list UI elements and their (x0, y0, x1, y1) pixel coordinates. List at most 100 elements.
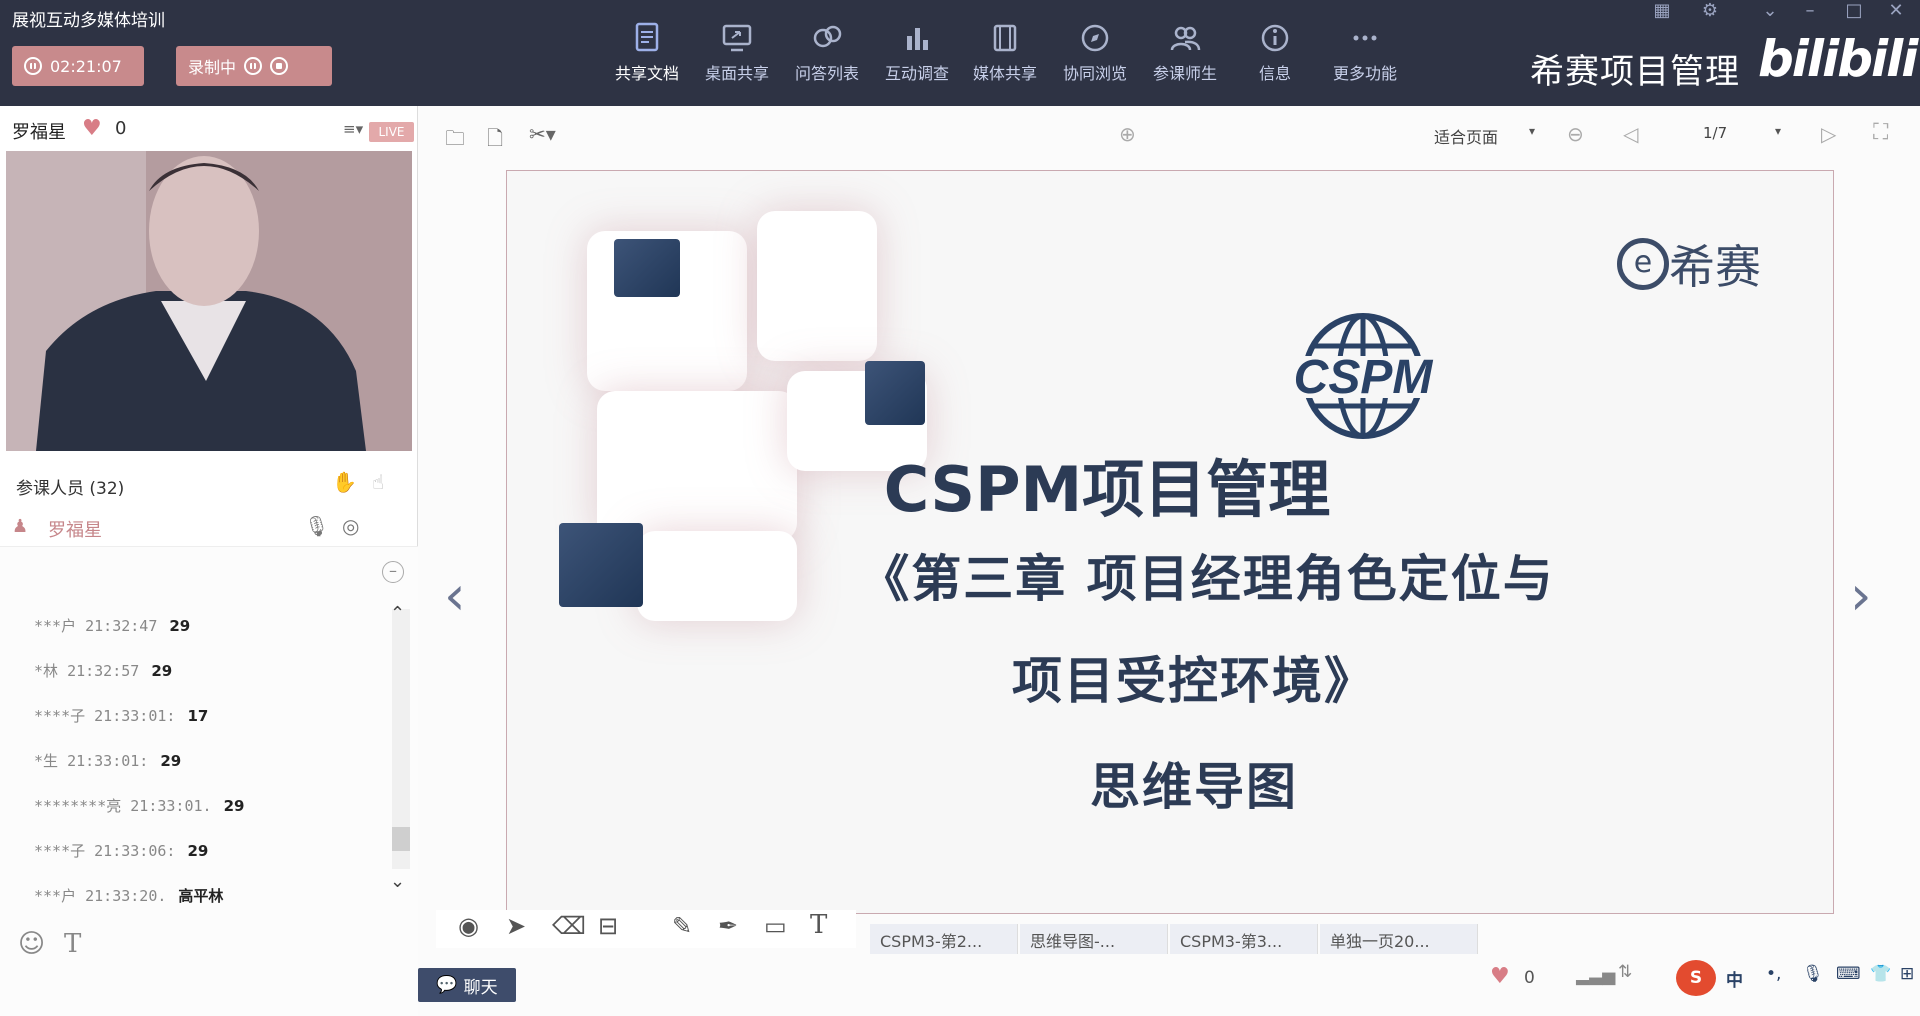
hand-icon[interactable]: ☝ (372, 470, 384, 494)
clear-icon[interactable]: ⊟ (598, 912, 618, 940)
settings-icon[interactable]: ⚙ (1690, 0, 1730, 22)
text-tool-icon[interactable]: T (810, 910, 827, 940)
scroll-up-icon[interactable]: ⌃ (390, 603, 405, 624)
next-page-icon[interactable]: ▷ (1821, 122, 1836, 146)
keyboard-icon[interactable]: ⌨ (1836, 964, 1861, 984)
layout-icon[interactable]: ▦ (1642, 0, 1682, 22)
highlighter-icon[interactable]: ✒ (718, 912, 738, 940)
doc-tab[interactable]: 单独一页20... (1320, 924, 1478, 954)
close-icon[interactable]: ✕ (1876, 0, 1916, 22)
doc-tab[interactable]: CSPM3-第3... (1170, 924, 1318, 954)
left-panel: 罗福星 ♥ 0 ≡▾ LIVE 参课人员 (32) ✋ ☝ ♟ 罗福星 🎙 ◎ … (0, 106, 418, 1016)
toolbar-qa-list[interactable]: 问答列表 (784, 20, 870, 90)
xisai-logo-text: 希赛 (1669, 240, 1761, 294)
heart-icon[interactable]: ♥ (1490, 964, 1510, 989)
page-dropdown-icon[interactable]: ▾ (1775, 124, 1781, 138)
sogou-ime-icon[interactable]: S (1676, 960, 1716, 996)
pause-record-icon[interactable] (244, 57, 263, 75)
presenter-video-image (6, 151, 412, 451)
toolbar-participants[interactable]: 参课师生 (1142, 20, 1228, 90)
recording-timer[interactable]: 02:21:07 (12, 46, 144, 86)
chevron-down-icon[interactable]: ⌄ (1750, 0, 1790, 22)
previous-slide-arrow[interactable]: ‹ (444, 564, 466, 627)
microphone-icon[interactable]: 🎙 (1802, 964, 1824, 984)
grid-icon[interactable]: ⊞ (1900, 964, 1914, 984)
shirt-icon[interactable]: 👕 (1870, 964, 1891, 984)
recording-label: 录制中 (188, 58, 237, 77)
minimize-icon[interactable]: – (1790, 0, 1830, 22)
list-icon[interactable]: ≡▾ (343, 120, 363, 138)
scrollbar-thumb[interactable] (392, 827, 410, 851)
toolbar-label: 桌面共享 (704, 64, 769, 83)
microphone-icon[interactable]: 🎙 (304, 514, 329, 538)
eraser-icon[interactable]: ⌫ (552, 912, 586, 940)
toolbar-desktop-share[interactable]: 桌面共享 (694, 20, 780, 90)
record-icon[interactable]: ◉ (458, 912, 479, 940)
signal-icon: ▂▃▅ (1576, 966, 1616, 986)
pen-icon[interactable]: ✎ (672, 912, 692, 940)
cspm-globe-logo: CSPM (1283, 313, 1443, 439)
like-count: 0 (115, 118, 127, 139)
decor-tile (757, 211, 877, 361)
stop-record-icon[interactable] (270, 57, 289, 75)
mute-all-icon[interactable]: ✋ (332, 470, 357, 494)
toolbar-label: 更多功能 (1332, 64, 1397, 83)
camera-icon[interactable]: ◎ (342, 514, 359, 538)
rectangle-icon[interactable]: ▭ (764, 912, 787, 940)
toolbar-survey[interactable]: 互动调查 (874, 20, 960, 90)
zoom-out-icon[interactable]: ⊖ (1567, 122, 1584, 146)
toolbar-label: 问答列表 (794, 64, 859, 83)
text-format-icon[interactable]: T (64, 929, 81, 959)
heart-icon[interactable]: ♥ (82, 116, 102, 141)
next-slide-arrow[interactable]: › (1850, 564, 1872, 627)
chat-button-label: 聊天 (463, 977, 498, 998)
toolbar-label: 互动调查 (884, 64, 949, 83)
folder-icon[interactable]: 🗀 (445, 124, 465, 158)
doc-tab[interactable]: 思维导图-... (1020, 924, 1168, 954)
recording-status[interactable]: 录制中 (176, 46, 332, 86)
bar-chart-icon (907, 28, 928, 50)
doc-tab[interactable]: CSPM3-第2... (870, 924, 1018, 954)
toolbar-cobrowse[interactable]: 协同浏览 (1052, 20, 1138, 90)
fullscreen-icon[interactable]: ⛶ (1873, 120, 1888, 145)
chevron-down-icon[interactable]: ▾ (1529, 124, 1535, 138)
prev-page-icon[interactable]: ◁ (1623, 122, 1638, 146)
xisai-logo: e 希赛 (1617, 231, 1761, 297)
chat-list[interactable]: – ***户 21:32:47 29 *林 21:32:57 29 ****子 21… (0, 546, 418, 1016)
film-icon (993, 24, 1017, 52)
slide-canvas[interactable]: e 希赛 CSPM CSPM项目管理 《第三章 项目经理角色定位与 项目受控环境》… (506, 170, 1834, 914)
toolbar-more[interactable]: 更多功能 (1322, 20, 1408, 90)
chat-button[interactable]: 💬 聊天 (418, 968, 516, 1002)
top-bar: 展视互动多媒体培训 02:21:07 录制中 共享文档 桌面共享 问答列表 互动… (0, 0, 1920, 106)
toolbar-info[interactable]: 信息 (1232, 20, 1318, 90)
compass-icon (1081, 24, 1109, 52)
scissors-icon[interactable]: ✂▾ (529, 122, 556, 146)
decor-square (614, 239, 680, 297)
zoom-in-icon[interactable]: ⊕ (1119, 122, 1136, 146)
brand-name: 希赛项目管理 (1530, 52, 1740, 92)
chat-message: ***户 21:33:20. 高平林 (34, 887, 224, 905)
file-icon[interactable]: 🗋 (487, 124, 503, 158)
slide-subtitle-line1: 《第三章 项目经理角色定位与 (859, 550, 1555, 608)
page-indicator[interactable]: 1/7 (1703, 124, 1727, 142)
chat-bubble-icon: 💬 (436, 975, 458, 995)
toolbar-label: 参课师生 (1152, 64, 1217, 83)
participant-name: 罗福星 (48, 520, 102, 541)
toolbar-media-share[interactable]: 媒体共享 (962, 20, 1048, 90)
toolbar-label: 协同浏览 (1062, 64, 1127, 83)
zoom-select[interactable]: 适合页面 (1434, 124, 1498, 148)
toolbar-label: 共享文档 (614, 64, 679, 83)
participants-header[interactable]: 参课人员 (32) (16, 474, 124, 499)
emoji-icon[interactable]: ☺ (18, 929, 45, 959)
pointer-icon[interactable]: ➤ (506, 912, 526, 940)
participant-row[interactable]: ♟ 罗福星 🎙 ◎ (12, 514, 412, 544)
punctuation-icon[interactable]: •, (1766, 964, 1781, 984)
maximize-icon[interactable]: □ (1834, 0, 1874, 22)
collapse-icon[interactable]: – (382, 561, 404, 583)
ime-mode[interactable]: 中 (1726, 966, 1743, 991)
scroll-down-icon[interactable]: ⌄ (390, 871, 405, 892)
desktop-share-icon (722, 24, 752, 52)
toolbar-share-doc[interactable]: 共享文档 (604, 20, 690, 90)
document-icon (635, 22, 659, 52)
video-feed (6, 151, 412, 451)
